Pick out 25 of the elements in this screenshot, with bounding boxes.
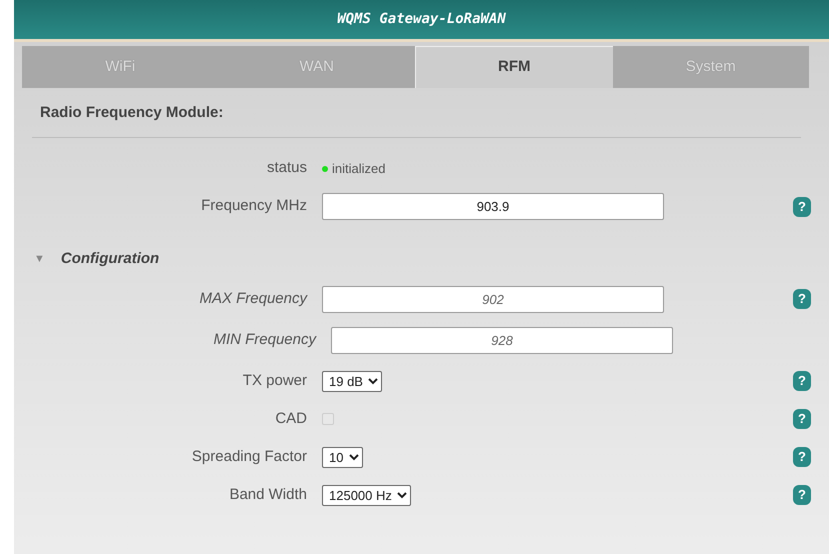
- input-field[interactable]: 902: [322, 286, 664, 312]
- help-icon[interactable]: ?: [793, 196, 811, 216]
- app-title: WQMS Gateway-LoRaWAN: [337, 10, 506, 29]
- dropdown[interactable]: 10: [322, 446, 363, 468]
- input-field[interactable]: 903.9: [322, 193, 664, 220]
- section-title: Radio Frequency Module:: [32, 102, 801, 138]
- dropdown[interactable]: 125000 Hz: [322, 484, 411, 506]
- input-field[interactable]: 928: [331, 326, 673, 354]
- field-label: CAD: [274, 408, 308, 429]
- tab[interactable]: RFM: [415, 46, 612, 88]
- field-label: TX power: [242, 370, 308, 391]
- field-label: Frequency MHz: [200, 196, 308, 216]
- help-icon[interactable]: ?: [793, 371, 811, 391]
- field-label: MAX Frequency: [198, 288, 309, 309]
- group-title: Configuration: [60, 248, 160, 268]
- field-label: Spreading Factor: [190, 446, 308, 467]
- help-icon[interactable]: ?: [793, 447, 811, 467]
- field-label: status: [266, 158, 308, 178]
- help-icon[interactable]: ?: [793, 485, 811, 505]
- dropdown[interactable]: 19 dB: [322, 370, 382, 392]
- collapse-toggle[interactable]: ▼: [34, 250, 45, 267]
- help-icon[interactable]: ?: [793, 289, 811, 309]
- status-text: initialized: [332, 160, 386, 178]
- field-label: Band Width: [228, 484, 308, 505]
- field-label: MIN Frequency: [212, 330, 318, 350]
